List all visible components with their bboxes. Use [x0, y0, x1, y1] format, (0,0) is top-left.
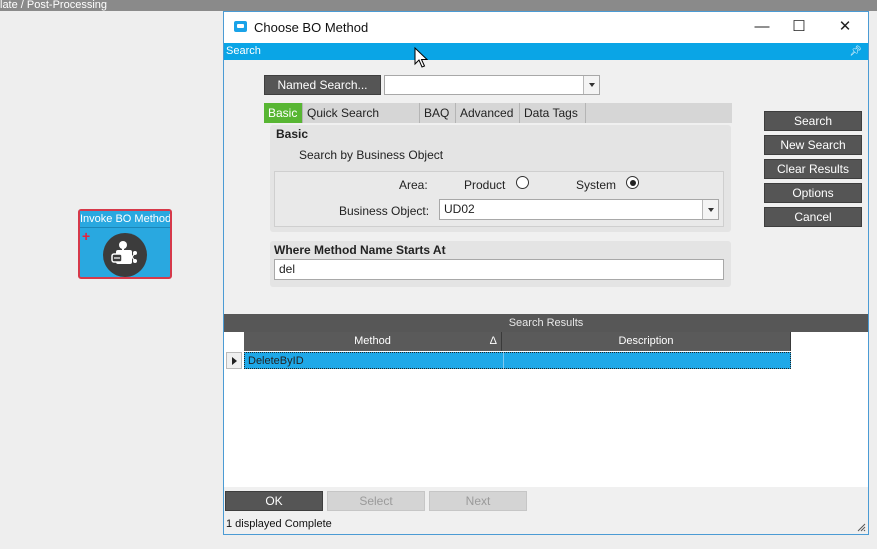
results-grid: Method Δ Description DeleteByID	[224, 332, 868, 487]
tab-basic[interactable]: Basic	[264, 103, 303, 123]
bo-method-icon	[111, 241, 137, 264]
dialog-title: Choose BO Method	[254, 20, 369, 35]
area-option-product-label: Product	[464, 178, 506, 192]
node-title: Invoke BO Method	[80, 211, 170, 228]
where-heading: Where Method Name Starts At	[274, 243, 446, 257]
method-name-input[interactable]: del	[274, 259, 724, 280]
choose-bo-method-dialog: Choose BO Method — ☐ ✕ Search 📌︎ Named S…	[223, 11, 869, 535]
business-object-value: UD02	[444, 202, 475, 216]
named-search-combo[interactable]	[384, 75, 600, 95]
close-button[interactable]: ✕	[827, 16, 863, 38]
column-method-label: Method	[354, 335, 391, 347]
plus-icon: +	[82, 228, 91, 244]
column-header-method[interactable]: Method Δ	[244, 332, 502, 351]
tab-baq[interactable]: BAQ	[420, 103, 456, 123]
search-button[interactable]: Search	[764, 111, 862, 131]
tab-advanced[interactable]: Advanced	[456, 103, 520, 123]
options-button[interactable]: Options	[764, 183, 862, 203]
area-system-radio[interactable]	[626, 176, 639, 189]
business-object-label: Business Object:	[339, 204, 430, 218]
row-selector-arrow[interactable]	[226, 352, 242, 369]
cell-divider	[503, 352, 504, 369]
resize-grip-icon[interactable]	[856, 522, 866, 532]
table-row[interactable]: DeleteByID	[244, 352, 791, 369]
new-search-button[interactable]: New Search	[764, 135, 862, 155]
next-button[interactable]: Next	[429, 491, 527, 511]
where-panel: Where Method Name Starts At del	[270, 241, 731, 287]
chevron-down-icon[interactable]	[702, 200, 718, 219]
cancel-button[interactable]: Cancel	[764, 207, 862, 227]
column-header-description[interactable]: Description	[502, 332, 791, 351]
minimize-button[interactable]: —	[744, 16, 780, 38]
select-button[interactable]: Select	[327, 491, 425, 511]
business-object-combo[interactable]: UD02	[439, 199, 719, 220]
basic-panel: Basic Search by Business Object Area: Pr…	[270, 125, 731, 232]
search-results-header: Search Results	[224, 314, 868, 332]
search-tabs: Basic Quick Search BAQ Advanced Data Tag…	[264, 103, 732, 123]
named-search-button[interactable]: Named Search...	[264, 75, 381, 95]
area-option-system-label: System	[576, 178, 617, 192]
area-product-radio[interactable]	[516, 176, 529, 189]
maximize-button[interactable]: ☐	[781, 16, 817, 38]
mouse-cursor-icon	[414, 47, 428, 68]
status-text: 1 displayed Complete	[226, 518, 332, 530]
area-group: Area: Product System Business Object: UD…	[274, 171, 724, 227]
tab-quick-search[interactable]: Quick Search	[303, 103, 420, 123]
tab-data-tags[interactable]: Data Tags	[520, 103, 586, 123]
ok-button[interactable]: OK	[225, 491, 323, 511]
basic-heading: Basic	[276, 127, 309, 141]
basic-subheading: Search by Business Object	[299, 148, 444, 162]
title-bar[interactable]: Choose BO Method — ☐ ✕	[224, 12, 868, 43]
row-method-cell: DeleteByID	[248, 355, 304, 367]
app-icon	[234, 21, 247, 32]
pin-icon[interactable]: 📌︎	[849, 43, 862, 60]
area-label: Area:	[399, 178, 428, 192]
clear-results-button[interactable]: Clear Results	[764, 159, 862, 179]
chevron-down-icon[interactable]	[583, 76, 599, 94]
search-band: Search 📌︎	[224, 43, 868, 60]
node-icon-circle	[103, 233, 147, 277]
sort-asc-icon: Δ	[489, 335, 497, 347]
search-band-label: Search	[226, 45, 261, 57]
workflow-breadcrumb: late / Post-Processing	[0, 0, 877, 11]
invoke-bo-method-node[interactable]: Invoke BO Method +	[78, 209, 172, 279]
